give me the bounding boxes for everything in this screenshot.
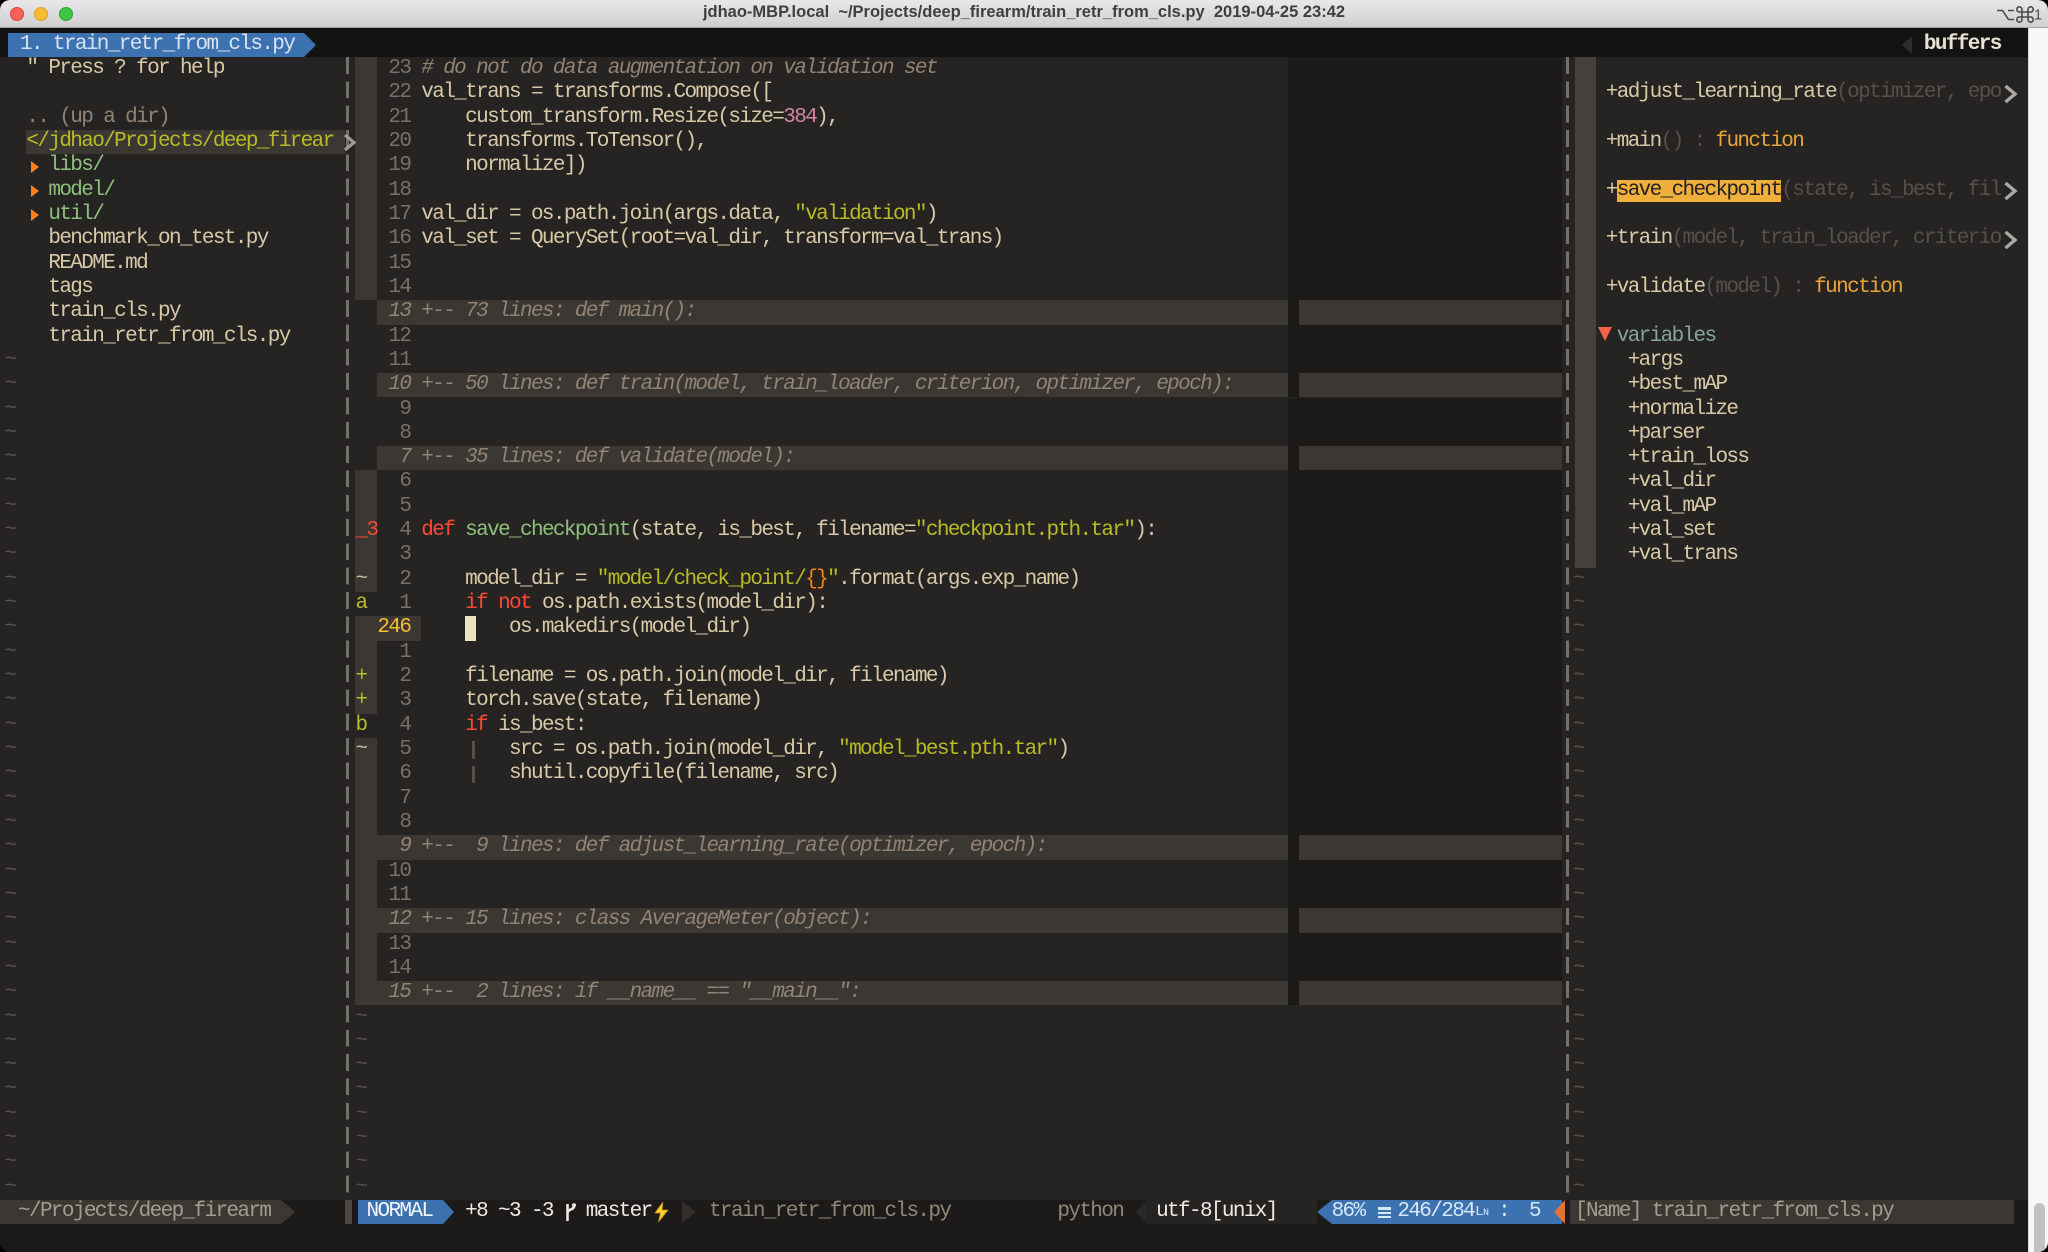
svg-text:1: 1 <box>2034 8 2042 24</box>
